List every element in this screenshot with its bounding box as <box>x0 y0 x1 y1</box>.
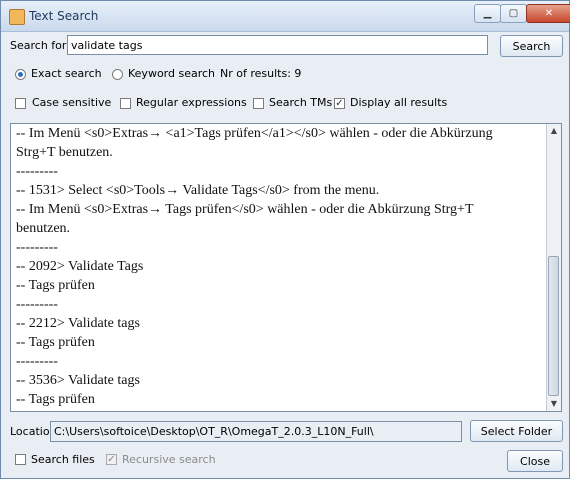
maximize-icon: ▢ <box>508 8 519 19</box>
result-line: -- Tags prüfen <box>16 392 95 407</box>
exact-search-label[interactable]: Exact search <box>31 67 102 80</box>
recursive-search-label: Recursive search <box>122 453 216 466</box>
search-files-checkbox[interactable] <box>15 454 26 465</box>
results-count: Nr of results: 9 <box>220 67 302 80</box>
search-files-label[interactable]: Search files <box>31 453 95 466</box>
text-search-window: Text Search ▁ ▢ ✕ Search for: validate t… <box>0 0 570 479</box>
case-sensitive-label[interactable]: Case sensitive <box>32 96 111 109</box>
result-line: -- 2092> Validate Tags <box>16 259 144 274</box>
result-line: -- 1531> Select <s0>Tools→ Validate Tags… <box>16 183 380 198</box>
result-line: -- Tags prüfen <box>16 278 95 293</box>
java-cup-icon <box>9 9 25 25</box>
close-icon: ✕ <box>544 8 554 19</box>
select-folder-button[interactable]: Select Folder <box>470 420 563 442</box>
result-line: --------- <box>16 354 58 369</box>
search-tms-checkbox[interactable] <box>253 98 264 109</box>
minimize-button[interactable]: ▁ <box>474 4 501 23</box>
result-line: -- 2212> Validate tags <box>16 316 140 331</box>
search-button[interactable]: Search <box>500 35 563 57</box>
result-line: --------- <box>16 297 58 312</box>
result-line: -- Im Menü <s0>Extras→ <a1>Tags prüfen</… <box>16 126 493 141</box>
maximize-button[interactable]: ▢ <box>500 4 527 23</box>
case-sensitive-checkbox[interactable] <box>15 98 26 109</box>
result-line: benutzen. <box>16 221 71 236</box>
minimize-icon: ▁ <box>483 8 492 19</box>
results-panel[interactable]: -- Im Menü <s0>Extras→ <a1>Tags prüfen</… <box>10 123 562 412</box>
close-button[interactable]: Close <box>507 450 563 472</box>
location-field[interactable]: C:\Users\softoice\Desktop\OT_R\OmegaT_2.… <box>50 421 462 442</box>
title-bar[interactable]: Text Search ▁ ▢ ✕ <box>1 1 570 32</box>
result-line: Strg+T benutzen. <box>16 145 113 160</box>
search-tms-label[interactable]: Search TMs <box>269 96 332 109</box>
regular-expressions-label[interactable]: Regular expressions <box>136 96 247 109</box>
regular-expressions-checkbox[interactable] <box>120 98 131 109</box>
dialog-content: Search for: validate tags Search Exact s… <box>1 32 569 478</box>
exact-search-radio[interactable] <box>15 69 26 80</box>
scroll-down-icon[interactable]: ▼ <box>547 397 561 411</box>
window-title: Text Search <box>29 9 99 23</box>
result-line: -- Tags prüfen <box>16 335 95 350</box>
display-all-results-checkbox[interactable]: ✓ <box>334 98 345 109</box>
result-line: --------- <box>16 240 58 255</box>
result-line: -- Im Menü <s0>Extras→ Tags prüfen</s0> … <box>16 202 474 217</box>
close-window-button[interactable]: ✕ <box>526 4 570 23</box>
recursive-search-checkbox: ✓ <box>106 454 117 465</box>
result-line: -- 3536> Validate tags <box>16 373 140 388</box>
display-all-results-label[interactable]: Display all results <box>350 96 447 109</box>
vertical-scrollbar[interactable]: ▲ ▼ <box>546 124 561 411</box>
scroll-up-icon[interactable]: ▲ <box>547 124 561 138</box>
keyword-search-label[interactable]: Keyword search <box>128 67 215 80</box>
keyword-search-radio[interactable] <box>112 69 123 80</box>
results-text[interactable]: -- Im Menü <s0>Extras→ <a1>Tags prüfen</… <box>16 124 543 409</box>
scroll-thumb[interactable] <box>548 256 559 396</box>
search-input[interactable]: validate tags <box>67 35 488 55</box>
result-line: --------- <box>16 164 58 179</box>
search-for-label: Search for: <box>10 39 70 52</box>
